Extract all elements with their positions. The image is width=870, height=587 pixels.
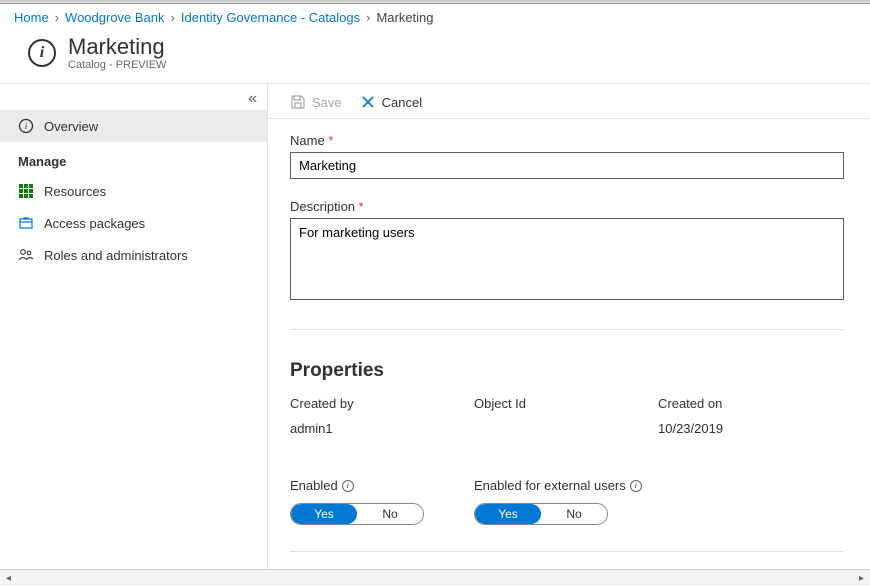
sidebar-item-label: Access packages xyxy=(44,216,145,231)
enabled-no[interactable]: No xyxy=(357,504,423,524)
enabled-external-no[interactable]: No xyxy=(541,504,607,524)
breadcrumb-current: Marketing xyxy=(376,10,433,25)
save-icon xyxy=(290,94,306,110)
sidebar-item-label: Resources xyxy=(44,184,106,199)
grid-icon xyxy=(18,183,34,199)
chevron-right-icon: › xyxy=(366,10,370,25)
sidebar-item-resources[interactable]: Resources xyxy=(0,175,267,207)
scroll-right-arrow[interactable]: ▸ xyxy=(853,570,870,587)
created-by-value: admin1 xyxy=(290,421,474,436)
enabled-label: Enabled i xyxy=(290,478,474,493)
description-input[interactable] xyxy=(290,218,844,300)
cancel-button[interactable]: Cancel xyxy=(360,94,422,110)
page-title: Marketing xyxy=(68,35,166,59)
enabled-toggle[interactable]: Yes No xyxy=(290,503,424,525)
breadcrumb-org[interactable]: Woodgrove Bank xyxy=(65,10,165,25)
main-content: Save Cancel Name * Description * Propert… xyxy=(268,84,870,580)
chevron-right-icon: › xyxy=(171,10,175,25)
sidebar-item-label: Overview xyxy=(44,119,98,134)
breadcrumb-home[interactable]: Home xyxy=(14,10,49,25)
sidebar-item-access-packages[interactable]: Access packages xyxy=(0,207,267,239)
enabled-yes[interactable]: Yes xyxy=(291,504,357,524)
page-header: i Marketing Catalog - PREVIEW xyxy=(0,29,870,83)
package-icon xyxy=(18,215,34,231)
section-divider xyxy=(290,329,844,330)
name-label: Name * xyxy=(290,133,848,148)
sidebar-item-overview[interactable]: i Overview xyxy=(0,110,267,142)
horizontal-scrollbar[interactable]: ◂ ▸ xyxy=(0,569,870,586)
sidebar-section-manage: Manage xyxy=(0,142,267,175)
description-label: Description * xyxy=(290,199,848,214)
properties-heading: Properties xyxy=(290,360,848,382)
object-id-label: Object Id xyxy=(474,396,658,411)
people-icon xyxy=(18,247,34,263)
close-icon xyxy=(360,94,376,110)
created-on-label: Created on xyxy=(658,396,842,411)
scroll-left-arrow[interactable]: ◂ xyxy=(0,570,17,587)
page-subtitle: Catalog - PREVIEW xyxy=(68,59,166,71)
breadcrumb-catalogs[interactable]: Identity Governance - Catalogs xyxy=(181,10,360,25)
sidebar-item-roles[interactable]: Roles and administrators xyxy=(0,239,267,271)
info-icon: i xyxy=(18,118,34,134)
save-button[interactable]: Save xyxy=(290,94,342,110)
sidebar-item-label: Roles and administrators xyxy=(44,248,188,263)
section-divider xyxy=(290,551,844,552)
enabled-external-toggle[interactable]: Yes No xyxy=(474,503,608,525)
enabled-external-label: Enabled for external users i xyxy=(474,478,734,493)
created-on-value: 10/23/2019 xyxy=(658,421,842,436)
collapse-sidebar-button[interactable]: « xyxy=(248,90,257,108)
info-icon[interactable]: i xyxy=(342,480,354,492)
toolbar: Save Cancel xyxy=(268,84,870,119)
info-icon: i xyxy=(28,39,56,67)
name-input[interactable] xyxy=(290,152,844,179)
cancel-label: Cancel xyxy=(382,95,422,110)
created-by-label: Created by xyxy=(290,396,474,411)
chevron-right-icon: › xyxy=(55,10,59,25)
enabled-external-yes[interactable]: Yes xyxy=(475,504,541,524)
save-label: Save xyxy=(312,95,342,110)
sidebar: « i Overview Manage Resources Access pac… xyxy=(0,84,268,580)
svg-text:i: i xyxy=(25,121,28,131)
breadcrumb: Home › Woodgrove Bank › Identity Governa… xyxy=(0,4,870,29)
info-icon[interactable]: i xyxy=(630,480,642,492)
